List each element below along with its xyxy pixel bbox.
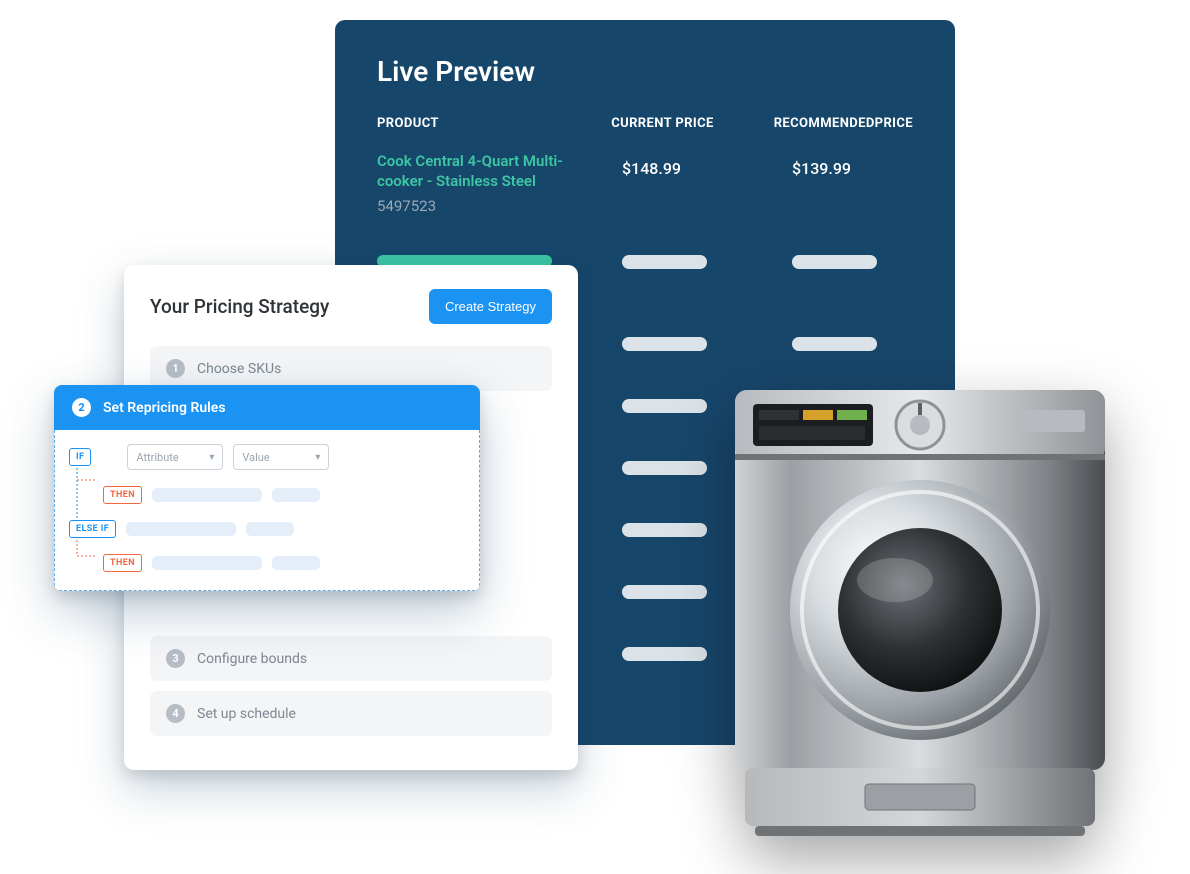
tag-else-if: ELSE IF [69, 520, 116, 538]
attribute-select[interactable]: Attribute ▾ [127, 444, 223, 470]
skeleton-price [622, 585, 707, 599]
value-placeholder: Value [242, 451, 269, 464]
skeleton-pill [152, 556, 262, 570]
live-preview-row-featured: Cook Central 4-Quart Multi-cooker - Stai… [377, 151, 913, 215]
skeleton-price [622, 523, 707, 537]
create-strategy-button[interactable]: Create Strategy [429, 289, 552, 324]
step-number-1: 1 [166, 359, 185, 378]
rule-then-row: THEN [69, 554, 465, 572]
step-configure-bounds[interactable]: 3 Configure bounds [150, 636, 552, 681]
skeleton-pill [246, 522, 294, 536]
step-label: Choose SKUs [197, 361, 281, 377]
step-number-4: 4 [166, 704, 185, 723]
washing-machine-icon [715, 380, 1125, 850]
rules-title: Set Repricing Rules [103, 400, 226, 416]
skeleton-pill [272, 488, 320, 502]
skeleton-pill [272, 556, 320, 570]
skeleton-price [622, 647, 707, 661]
rules-header[interactable]: 2 Set Repricing Rules [54, 385, 480, 430]
skeleton-price [622, 255, 707, 269]
repricing-rules-card: 2 Set Repricing Rules IF Attribute ▾ Val… [54, 385, 480, 591]
col-header-recommended-price: RECOMMENDEDPRICE [774, 116, 913, 131]
rule-if-row: IF Attribute ▾ Value ▾ [69, 444, 465, 470]
tag-if: IF [69, 448, 91, 466]
col-header-current-price: CURRENT PRICE [611, 116, 774, 131]
attribute-placeholder: Attribute [136, 451, 178, 464]
rule-elseif-row: ELSE IF [69, 520, 465, 538]
step-label: Configure bounds [197, 651, 307, 667]
product-name: Cook Central 4-Quart Multi-cooker - Stai… [377, 151, 587, 192]
recommended-price: $139.99 [792, 151, 913, 215]
rules-body: IF Attribute ▾ Value ▾ THEN ELSE IF THEN [54, 430, 480, 591]
skeleton-pill [152, 488, 262, 502]
current-price: $148.99 [622, 151, 792, 215]
live-preview-header-row: PRODUCT CURRENT PRICE RECOMMENDEDPRICE [377, 116, 913, 151]
step-number-2: 2 [72, 398, 91, 417]
strategy-title: Your Pricing Strategy [150, 295, 329, 318]
step-set-up-schedule[interactable]: 4 Set up schedule [150, 691, 552, 736]
live-preview-title: Live Preview [377, 55, 913, 88]
skeleton-price [792, 255, 877, 269]
chevron-down-icon: ▾ [315, 452, 320, 463]
tag-then: THEN [103, 554, 142, 572]
col-header-product: PRODUCT [377, 116, 611, 131]
skeleton-price [622, 461, 707, 475]
skeleton-price [622, 399, 707, 413]
chevron-down-icon: ▾ [209, 452, 214, 463]
skeleton-price [622, 337, 707, 351]
step-number-3: 3 [166, 649, 185, 668]
value-select[interactable]: Value ▾ [233, 444, 329, 470]
skeleton-price [792, 337, 877, 351]
tag-then: THEN [103, 486, 142, 504]
skeleton-pill [126, 522, 236, 536]
step-label: Set up schedule [197, 706, 296, 722]
rule-then-row: THEN [69, 486, 465, 504]
product-sku: 5497523 [377, 197, 622, 215]
